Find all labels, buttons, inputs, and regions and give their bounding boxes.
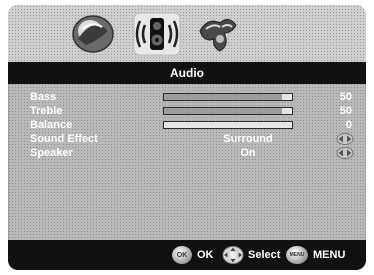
menu-tab-bar — [8, 5, 366, 62]
select-dpad-icon — [222, 246, 244, 264]
setting-value: 0 — [345, 119, 352, 131]
menu-title: Audio — [170, 66, 204, 80]
setting-row-balance[interactable]: Balance 0 — [8, 118, 366, 132]
menu-button-icon: MENU — [286, 246, 308, 264]
setting-row-speaker[interactable]: Speaker On — [8, 146, 366, 160]
footer-hint-bar: OK OK Select MENU MENU — [8, 240, 366, 270]
bass-slider[interactable] — [163, 93, 293, 101]
setting-value: 50 — [339, 105, 352, 117]
select-label: Select — [248, 249, 281, 261]
setting-label: Bass — [30, 91, 57, 103]
speaker-icon[interactable] — [132, 11, 182, 57]
select-hint[interactable]: Select — [222, 246, 280, 264]
menu-label: MENU — [313, 249, 346, 261]
setting-label: Speaker — [30, 147, 73, 159]
menu-title-bar: Audio — [8, 62, 366, 84]
ok-button-icon: OK — [172, 246, 192, 264]
setting-row-treble[interactable]: Treble 50 — [8, 104, 366, 118]
tv-osd-screen: Audio Bass 50 Treble 50 Balance 0 Sound … — [8, 5, 366, 270]
treble-slider[interactable] — [163, 107, 293, 115]
setting-row-sound-effect[interactable]: Sound Effect Surround — [8, 132, 366, 146]
setting-option-value: Surround — [223, 133, 273, 145]
ok-hint[interactable]: OK OK — [172, 246, 214, 264]
setting-value: 50 — [339, 91, 352, 103]
setting-option-value: On — [240, 147, 256, 159]
setting-label: Treble — [30, 105, 63, 117]
setting-row-bass[interactable]: Bass 50 — [8, 90, 366, 104]
left-right-arrows-icon[interactable] — [336, 147, 354, 159]
balance-slider[interactable] — [163, 121, 293, 129]
left-right-arrows-icon[interactable] — [336, 133, 354, 145]
picture-icon[interactable] — [68, 11, 118, 57]
menu-hint[interactable]: MENU MENU — [286, 246, 345, 264]
setup-icon[interactable] — [194, 11, 244, 57]
setting-label: Sound Effect — [30, 133, 98, 145]
ok-label: OK — [197, 249, 214, 261]
setting-label: Balance — [30, 119, 73, 131]
